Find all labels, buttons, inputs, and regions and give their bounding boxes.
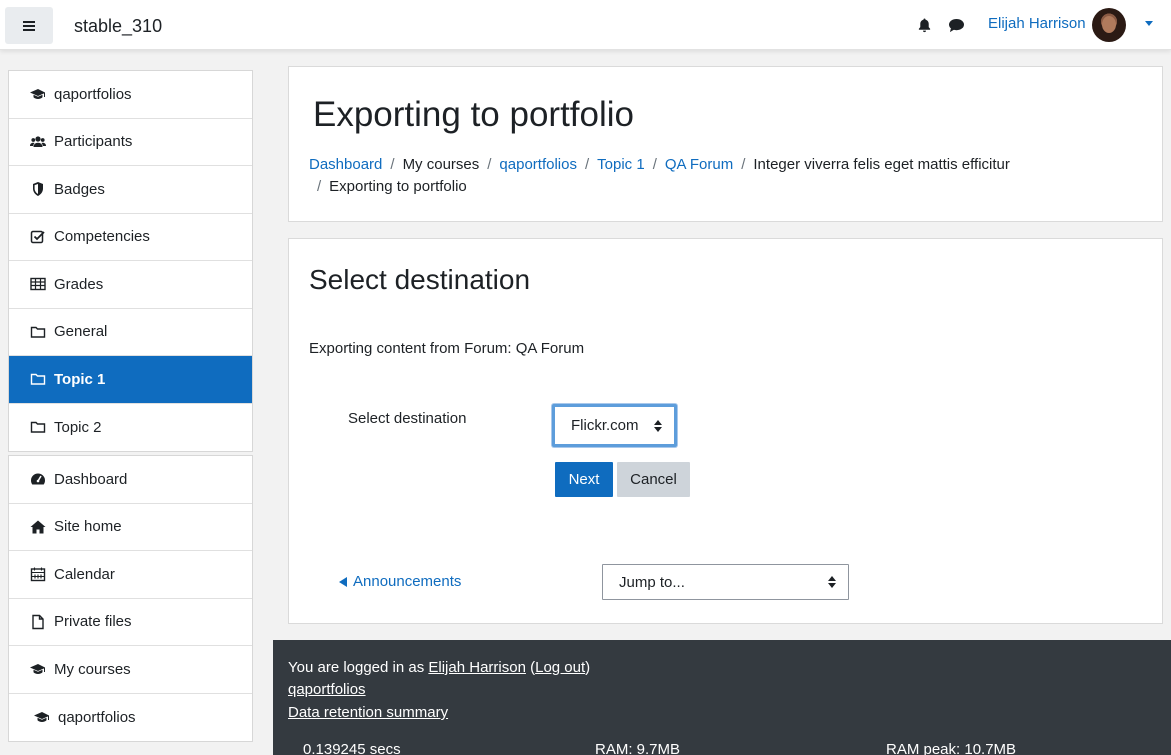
graduation-cap-icon xyxy=(30,661,46,677)
sidebar-item-label: Topic 1 xyxy=(54,370,106,388)
sidebar-item-grades[interactable]: Grades xyxy=(9,261,252,309)
close-paren: ) xyxy=(585,659,591,676)
breadcrumb-separator: / xyxy=(584,156,590,173)
footer-course-link[interactable]: qaportfolios xyxy=(288,681,366,698)
previous-activity-link[interactable]: Announcements xyxy=(339,573,461,590)
main-content: Select destination Exporting content fro… xyxy=(288,238,1163,624)
sidebar-item-qaportfolios[interactable]: qaportfolios xyxy=(9,71,252,119)
cancel-button[interactable]: Cancel xyxy=(617,462,690,497)
sidebar-item-label: Site home xyxy=(54,518,122,536)
breadcrumb-dashboard[interactable]: Dashboard xyxy=(309,156,382,173)
sidebar-item-participants[interactable]: Participants xyxy=(9,119,252,166)
breadcrumb-separator: / xyxy=(317,178,322,195)
home-icon xyxy=(30,519,46,535)
perf-ram-peak: RAM peak: 10.7MB xyxy=(886,741,1017,755)
sidebar-item-calendar[interactable]: Calendar xyxy=(9,551,252,599)
login-info: You are logged in as Elijah Harrison (Lo… xyxy=(288,659,590,676)
sidebar-item-dashboard[interactable]: Dashboard xyxy=(9,456,252,504)
site-nav-group: Dashboard Site home Calendar Private fil… xyxy=(8,455,253,742)
open-paren: ( xyxy=(525,659,536,676)
destination-selected-value: Flickr.com xyxy=(571,417,639,434)
breadcrumb-course[interactable]: qaportfolios xyxy=(499,156,577,173)
breadcrumb-separator: / xyxy=(390,156,395,173)
sidebar-item-label: Calendar xyxy=(54,565,115,583)
select-arrows-icon xyxy=(828,576,836,588)
section-title: Select destination xyxy=(309,264,531,295)
sidebar-item-label: Grades xyxy=(54,275,104,293)
breadcrumb-discussion: Integer viverra felis eget mattis effici… xyxy=(753,156,1010,173)
destination-select[interactable]: Flickr.com xyxy=(552,404,677,447)
bell-icon[interactable] xyxy=(917,17,932,33)
user-menu-name[interactable]: Elijah Harrison xyxy=(988,15,1086,32)
breadcrumb-my-courses: My courses xyxy=(402,156,480,173)
avatar[interactable] xyxy=(1092,8,1126,42)
breadcrumb-current: Exporting to portfolio xyxy=(329,178,467,195)
data-retention-link[interactable]: Data retention summary xyxy=(288,704,448,721)
tachometer-icon xyxy=(30,471,46,487)
breadcrumb-separator: / xyxy=(741,156,746,173)
jump-to-label: Jump to... xyxy=(619,573,685,591)
breadcrumb: Dashboard / My courses / qaportfolios / Topic … xyxy=(309,154,1069,198)
chat-icon[interactable] xyxy=(948,18,965,33)
sidebar-item-label: qaportfolios xyxy=(58,708,136,726)
breadcrumb-separator: / xyxy=(652,156,657,173)
table-icon xyxy=(30,276,46,292)
export-description: Exporting content from Forum: QA Forum xyxy=(309,340,585,357)
top-navbar: stable_310 Elijah Harrison xyxy=(0,0,1171,50)
perf-time: 0.139245 secs xyxy=(303,741,401,755)
sidebar-item-label: Topic 2 xyxy=(54,418,102,436)
sidebar-item-label: Private files xyxy=(54,613,132,631)
menu-icon xyxy=(23,20,35,31)
page-header: Exporting to portfolio Dashboard / My cour… xyxy=(288,66,1163,222)
users-icon xyxy=(30,134,46,150)
folder-icon xyxy=(30,371,46,387)
sidebar-item-my-courses[interactable]: My courses xyxy=(9,646,252,694)
check-square-icon xyxy=(30,229,46,245)
drawer-toggle-button[interactable] xyxy=(5,7,53,44)
sidebar-item-competencies[interactable]: Competencies xyxy=(9,214,252,261)
sidebar-item-label: Participants xyxy=(54,133,133,151)
breadcrumb-forum[interactable]: QA Forum xyxy=(665,156,733,173)
sidebar-item-private-files[interactable]: Private files xyxy=(9,599,252,646)
sidebar-item-topic-2[interactable]: Topic 2 xyxy=(9,404,252,452)
page-title: Exporting to portfolio xyxy=(313,95,635,134)
sidebar-item-label: My courses xyxy=(54,660,131,678)
perf-ram: RAM: 9.7MB xyxy=(595,741,681,755)
footer-user-link[interactable]: Elijah Harrison xyxy=(428,659,526,676)
select-arrows-icon xyxy=(654,420,662,432)
course-nav-group: qaportfolios Participants Badges Compete… xyxy=(8,70,253,452)
sidebar-item-badges[interactable]: Badges xyxy=(9,166,252,214)
calendar-icon xyxy=(30,566,46,582)
graduation-cap-icon xyxy=(30,86,46,102)
previous-activity-label: Announcements xyxy=(353,573,462,590)
sidebar-item-label: qaportfolios xyxy=(54,85,132,103)
nav-drawer: qaportfolios Participants Badges Compete… xyxy=(0,50,273,755)
folder-icon xyxy=(30,324,46,340)
sidebar-item-site-home[interactable]: Site home xyxy=(9,504,252,551)
destination-label: Select destination xyxy=(348,410,467,427)
site-name[interactable]: stable_310 xyxy=(74,16,162,37)
file-icon xyxy=(30,614,46,630)
sidebar-item-label: Competencies xyxy=(54,228,150,246)
jump-to-select[interactable]: Jump to... xyxy=(602,564,849,600)
folder-icon xyxy=(30,419,46,435)
sidebar-item-course-qaportfolios[interactable]: qaportfolios xyxy=(9,694,252,742)
sidebar-item-label: Dashboard xyxy=(54,470,128,488)
sidebar-item-topic-1[interactable]: Topic 1 xyxy=(9,356,252,404)
sidebar-item-label: General xyxy=(54,323,108,341)
logged-in-prefix: You are logged in as xyxy=(288,659,429,676)
sidebar-item-general[interactable]: General xyxy=(9,309,252,356)
logout-link[interactable]: Log out xyxy=(535,659,585,676)
sidebar-item-label: Badges xyxy=(54,180,105,198)
triangle-left-icon xyxy=(339,576,347,587)
shield-icon xyxy=(30,181,46,197)
breadcrumb-separator: / xyxy=(487,156,492,173)
page-footer: You are logged in as Elijah Harrison (Lo… xyxy=(273,640,1171,755)
caret-down-icon[interactable] xyxy=(1145,21,1153,26)
next-button[interactable]: Next xyxy=(555,462,613,497)
graduation-cap-icon xyxy=(34,709,50,725)
breadcrumb-topic[interactable]: Topic 1 xyxy=(597,156,645,173)
